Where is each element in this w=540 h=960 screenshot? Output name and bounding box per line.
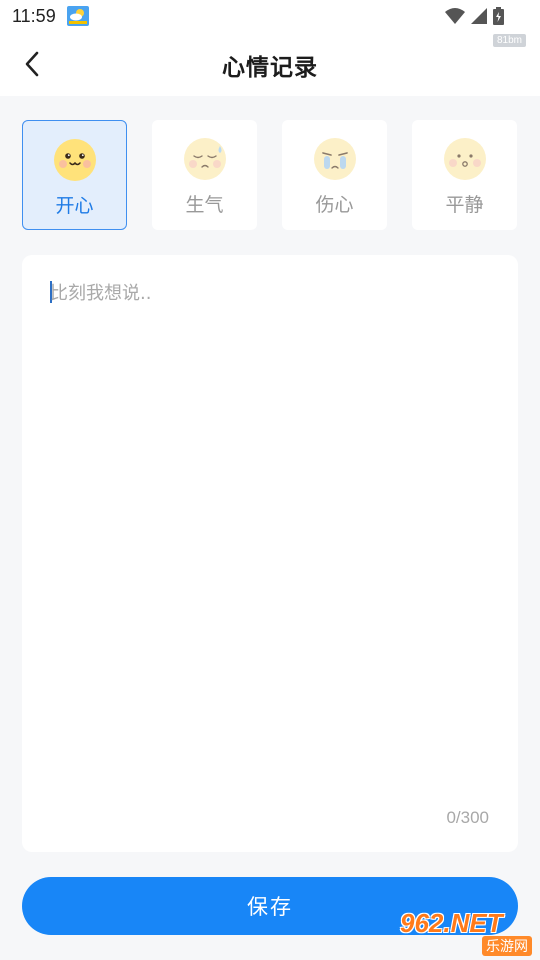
mood-label: 生气 — [185, 194, 224, 216]
mood-option-sad[interactable]: 伤心 — [282, 120, 387, 230]
page-title: 心情记录 — [222, 55, 318, 81]
char-count: 0/300 — [446, 808, 489, 827]
mood-option-calm[interactable]: 平静 — [412, 120, 517, 230]
battery-icon — [493, 7, 504, 25]
watermark-logo: 962.NET 乐游网 — [400, 908, 534, 956]
wifi-icon — [445, 8, 465, 24]
status-time: 11:59 — [12, 6, 56, 26]
crying-face-icon — [313, 138, 356, 180]
header: 心情记录 81bm — [0, 34, 540, 96]
watermark-logo-text: 962.NET — [400, 908, 503, 938]
mood-selector: 开心 生气 伤心 平静 — [22, 120, 518, 230]
happy-face-icon — [53, 139, 96, 181]
signal-icon — [471, 8, 487, 24]
status-icons — [445, 6, 504, 26]
sweat-face-icon — [183, 138, 226, 180]
mood-label: 伤心 — [315, 194, 354, 216]
mood-label: 平静 — [445, 194, 484, 216]
note-card: 0/300 — [22, 255, 518, 852]
watermark-logo-subtext: 乐游网 — [482, 936, 532, 956]
calm-face-icon — [443, 138, 486, 180]
mood-note-input[interactable] — [50, 279, 490, 799]
watermark-badge: 81bm — [492, 34, 526, 47]
status-bar: 11:59 — [0, 0, 540, 34]
mood-option-angry[interactable]: 生气 — [152, 120, 257, 230]
weather-icon — [67, 6, 89, 26]
mood-label: 开心 — [55, 195, 94, 217]
mood-option-happy[interactable]: 开心 — [22, 120, 127, 230]
